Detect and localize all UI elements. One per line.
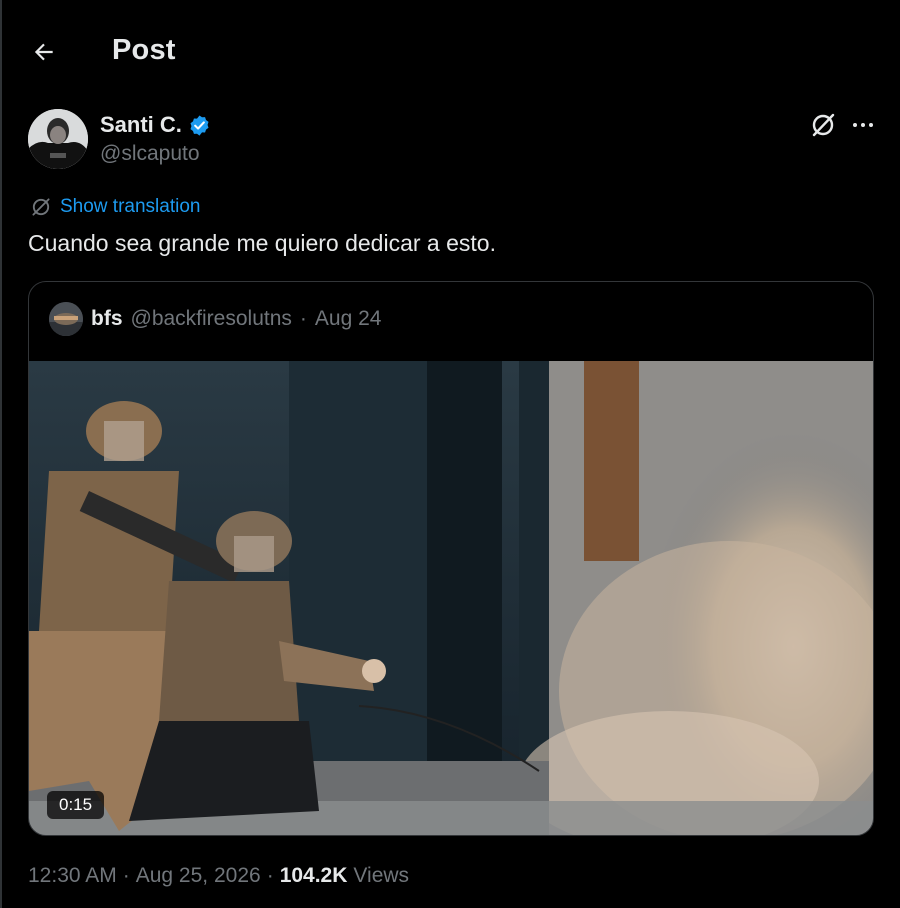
- separator-dot: ·: [299, 307, 307, 330]
- post-metadata: 12:30 AM · Aug 25, 2026 · 104.2K Views: [28, 864, 409, 888]
- show-translation-link[interactable]: Show translation: [30, 196, 200, 218]
- quoted-post-header: bfs @backfiresolutns · Aug 24: [49, 302, 381, 336]
- column-divider: [0, 0, 2, 908]
- post-text: Cuando sea grande me quiero dedicar a es…: [28, 230, 496, 256]
- separator-dot: ·: [122, 864, 130, 887]
- post-date[interactable]: Aug 25, 2026: [136, 864, 261, 888]
- video-player[interactable]: 0:15: [29, 361, 873, 835]
- grok-icon: [812, 113, 835, 137]
- page-header: Post: [0, 0, 900, 104]
- author-name-link[interactable]: Santi C.: [100, 112, 211, 138]
- author-avatar[interactable]: [28, 109, 88, 169]
- quoted-author-name[interactable]: bfs: [91, 307, 123, 331]
- grok-icon: [32, 198, 50, 216]
- quoted-post-card[interactable]: bfs @backfiresolutns · Aug 24 0:15: [28, 281, 874, 836]
- separator-dot: ·: [266, 864, 274, 887]
- arrow-left-icon: [34, 43, 53, 61]
- views-label: Views: [353, 864, 410, 887]
- quoted-post-date[interactable]: Aug 24: [315, 307, 382, 331]
- show-translation-label: Show translation: [60, 196, 201, 217]
- page-title: Post: [112, 34, 176, 66]
- quoted-author-handle[interactable]: @backfiresolutns: [131, 307, 292, 331]
- grok-button[interactable]: [806, 110, 840, 140]
- video-thumbnail: [29, 361, 873, 835]
- back-button[interactable]: [24, 32, 64, 72]
- author-name: Santi C.: [100, 112, 182, 137]
- author-handle[interactable]: @slcaputo: [100, 142, 200, 166]
- verified-badge-icon: [190, 114, 209, 136]
- more-options-button[interactable]: [846, 110, 880, 140]
- post-time[interactable]: 12:30 AM: [28, 864, 117, 888]
- quoted-author-avatar[interactable]: [49, 302, 83, 336]
- more-horizontal-icon: [853, 123, 873, 127]
- video-duration-badge: 0:15: [47, 791, 105, 819]
- views-count: 104.2K: [279, 864, 348, 887]
